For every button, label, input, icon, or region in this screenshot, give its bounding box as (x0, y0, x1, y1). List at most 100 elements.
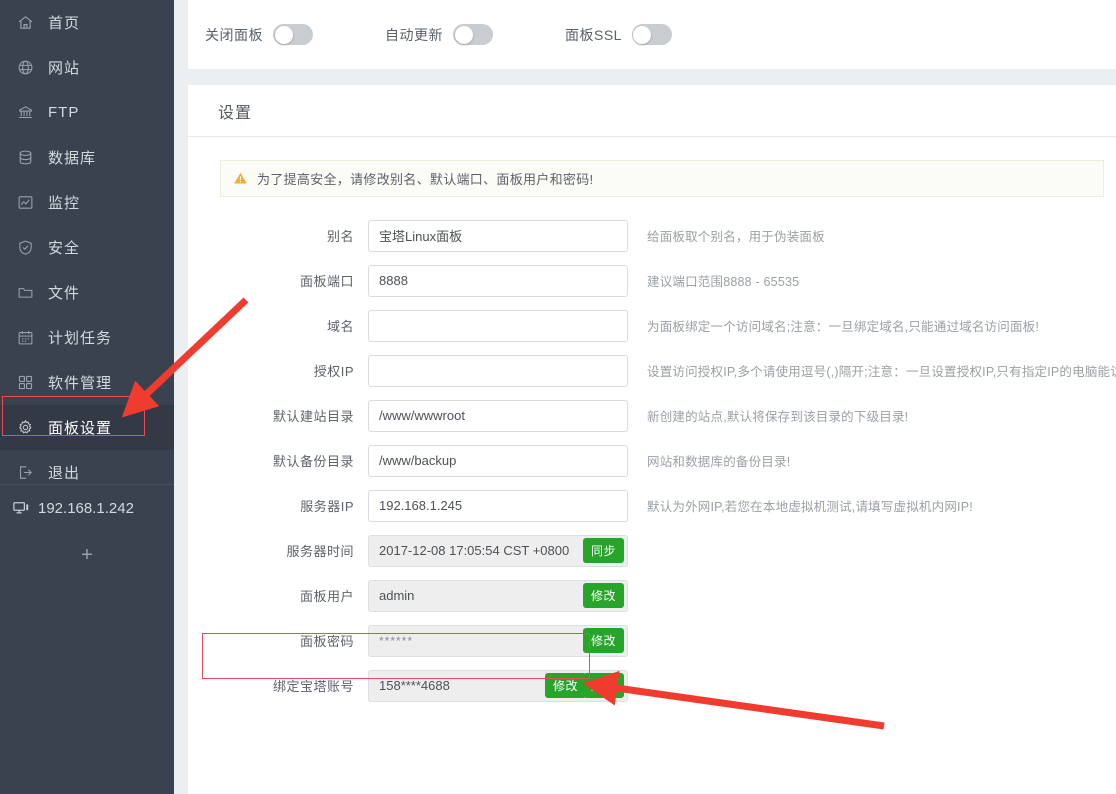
database-icon (17, 148, 43, 168)
sidebar-divider (0, 484, 174, 485)
toggle-panel: 关闭面板 自动更新 面板SSL (188, 0, 1116, 69)
sidebar-item-home[interactable]: 首页 (0, 0, 174, 45)
sidebar-item-logout[interactable]: 退出 (0, 450, 174, 495)
panel-password-group: ****** 修改 (368, 624, 628, 657)
default-site-dir-input[interactable] (368, 399, 628, 432)
sidebar-item-panel-settings[interactable]: 面板设置 (0, 405, 174, 450)
field-label: 服务器时间 (286, 544, 354, 559)
sidebar-item-website[interactable]: 网站 (0, 45, 174, 90)
sidebar-item-label: 面板设置 (48, 420, 113, 437)
form-row-default-backup-dir: 默认备份目录 网站和数据库的备份目录! (188, 438, 1116, 483)
security-warning-text: 为了提高安全，请修改别名、默认端口、面板用户和密码! (257, 172, 594, 187)
monitor-chart-icon (17, 193, 43, 213)
sidebar-server-entry[interactable]: 192.168.1.242 (0, 490, 174, 526)
ftp-icon (17, 103, 43, 123)
panel-ssl-switch[interactable] (631, 24, 672, 45)
form-row-server-ip: 服务器IP 默认为外网IP,若您在本地虚拟机测试,请填写虚拟机内网IP! (188, 483, 1116, 528)
settings-form: 别名 给面板取个别名，用于伪装面板 面板端口 建议端口范围8888 - 6553… (188, 213, 1116, 708)
toggle-group-panel-ssl: 面板SSL (565, 24, 672, 45)
grid-icon (17, 373, 43, 393)
edit-bind-account-button[interactable]: 修改 (544, 672, 586, 698)
form-row-alias: 别名 给面板取个别名，用于伪装面板 (188, 213, 1116, 258)
default-backup-dir-input[interactable] (368, 444, 628, 477)
form-row-server-time: 服务器时间 2017-12-08 17:05:54 CST +0800 同步 (188, 528, 1116, 573)
field-label: 面板端口 (299, 274, 354, 289)
unbind-account-button[interactable]: 解绑 (582, 672, 624, 698)
folder-icon (17, 283, 43, 303)
field-label: 授权IP (313, 364, 354, 379)
sidebar-item-software[interactable]: 软件管理 (0, 360, 174, 405)
field-description: 为面板绑定一个访问域名;注意：一旦绑定域名,只能通过域名访问面板! (647, 320, 1040, 334)
domain-input[interactable] (368, 309, 628, 342)
field-description: 默认为外网IP,若您在本地虚拟机测试,请填写虚拟机内网IP! (647, 500, 973, 514)
field-label: 服务器IP (300, 499, 354, 514)
sidebar-item-label: 退出 (48, 465, 81, 482)
bind-account-group: 158****4688 修改 解绑 (368, 669, 628, 702)
panel-user-group: admin 修改 (368, 579, 628, 612)
sidebar-item-label: 监控 (48, 195, 81, 212)
panel-port-input[interactable] (368, 264, 628, 297)
sidebar-item-security[interactable]: 安全 (0, 225, 174, 270)
field-label: 绑定宝塔账号 (272, 679, 354, 694)
auto-update-switch[interactable] (453, 24, 493, 45)
page-title: 设置 (188, 85, 1116, 137)
toggle-label: 面板SSL (565, 26, 622, 43)
server-ip-input[interactable] (368, 489, 628, 522)
form-row-panel-port: 面板端口 建议端口范围8888 - 65535 (188, 258, 1116, 303)
main-content: 关闭面板 自动更新 面板SSL 设置 为了提高安全，请修改别名、默认端口、面板用… (188, 0, 1116, 794)
sidebar-item-crontab[interactable]: 计划任务 (0, 315, 174, 360)
close-panel-switch[interactable] (273, 24, 313, 45)
sidebar-item-label: 安全 (48, 240, 81, 257)
sidebar-item-ftp[interactable]: FTP (0, 90, 174, 135)
field-description: 设置访问授权IP,多个请使用逗号(,)隔开;注意：一旦设置授权IP,只有指定IP… (647, 365, 1116, 379)
toggle-label: 关闭面板 (205, 26, 263, 43)
field-label: 默认建站目录 (272, 409, 354, 424)
field-label: 别名 (326, 229, 354, 244)
sync-time-button[interactable]: 同步 (582, 537, 624, 563)
server-time-group: 2017-12-08 17:05:54 CST +0800 同步 (368, 534, 628, 567)
settings-panel: 设置 为了提高安全，请修改别名、默认端口、面板用户和密码! 别名 给面板取个别名 (188, 85, 1116, 794)
form-row-panel-password: 面板密码 ****** 修改 (188, 618, 1116, 663)
sidebar-item-label: 计划任务 (48, 330, 113, 347)
toggle-label: 自动更新 (385, 26, 443, 43)
sidebar-item-files[interactable]: 文件 (0, 270, 174, 315)
toggle-group-auto-update: 自动更新 (385, 24, 493, 45)
field-label: 域名 (326, 319, 354, 334)
sidebar-item-label: 文件 (48, 285, 81, 302)
sidebar-item-database[interactable]: 数据库 (0, 135, 174, 180)
sidebar-item-monitor[interactable]: 监控 (0, 180, 174, 225)
form-row-domain: 域名 为面板绑定一个访问域名;注意：一旦绑定域名,只能通过域名访问面板! (188, 303, 1116, 348)
shield-icon (17, 238, 43, 258)
sidebar-item-label: 首页 (48, 15, 81, 32)
toggle-group-close-panel: 关闭面板 (205, 24, 313, 45)
security-warning-banner: 为了提高安全，请修改别名、默认端口、面板用户和密码! (220, 160, 1104, 197)
field-description: 网站和数据库的备份目录! (647, 455, 791, 469)
form-row-default-site-dir: 默认建站目录 新创建的站点,默认将保存到该目录的下级目录! (188, 393, 1116, 438)
edit-panel-user-button[interactable]: 修改 (582, 582, 624, 608)
field-label: 默认备份目录 (272, 454, 354, 469)
form-row-authorized-ip: 授权IP 设置访问授权IP,多个请使用逗号(,)隔开;注意：一旦设置授权IP,只… (188, 348, 1116, 393)
alias-input[interactable] (368, 219, 628, 252)
add-server-button[interactable]: + (0, 538, 174, 572)
app-root: 首页 网站 FTP 数据库 监控 安全 文件 计划任务 软件管理 面板设置 退出… (0, 0, 1116, 794)
sidebar-item-label: FTP (48, 104, 80, 121)
edit-panel-password-button[interactable]: 修改 (582, 627, 624, 653)
authorized-ip-input[interactable] (368, 354, 628, 387)
sidebar-item-label: 软件管理 (48, 375, 113, 392)
switch-knob (454, 25, 473, 44)
globe-icon (17, 58, 43, 78)
sidebar-item-label: 数据库 (48, 150, 97, 167)
gear-icon (17, 418, 43, 438)
sidebar: 首页 网站 FTP 数据库 监控 安全 文件 计划任务 软件管理 面板设置 退出… (0, 0, 174, 794)
switch-knob (633, 25, 652, 44)
switch-knob (274, 25, 293, 44)
sidebar-gap (174, 0, 188, 794)
field-description: 新创建的站点,默认将保存到该目录的下级目录! (647, 410, 909, 424)
home-icon (17, 13, 43, 33)
field-description: 建议端口范围8888 - 65535 (647, 275, 800, 289)
sidebar-server-label: 192.168.1.242 (38, 499, 134, 517)
add-server-label: + (81, 544, 93, 566)
calendar-icon (17, 328, 43, 348)
field-description: 给面板取个别名，用于伪装面板 (647, 230, 825, 244)
logout-icon (17, 463, 43, 483)
